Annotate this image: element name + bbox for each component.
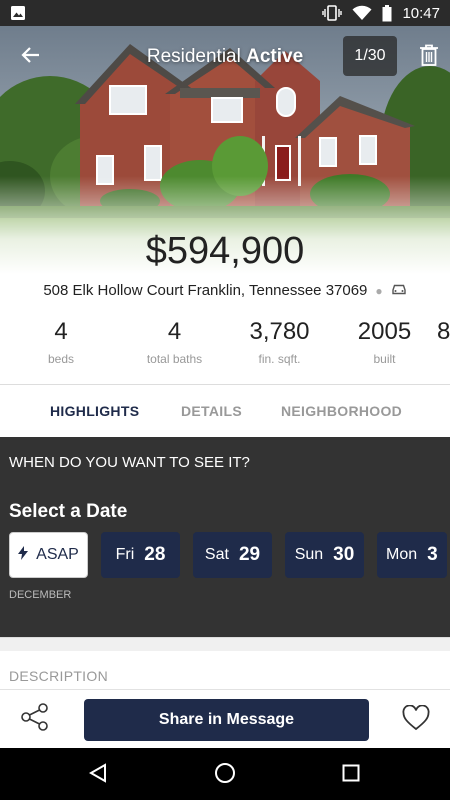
description-heading: DESCRIPTION bbox=[9, 668, 108, 684]
listing-address[interactable]: 508 Elk Hollow Court Franklin, Tennessee… bbox=[43, 282, 367, 299]
car-icon[interactable] bbox=[391, 282, 407, 299]
listing-price: $594,900 bbox=[145, 230, 305, 272]
listing-type: Residential bbox=[146, 46, 241, 67]
date-chip-mon[interactable]: Mon 3 bbox=[377, 532, 447, 578]
listing-status: Active bbox=[246, 46, 304, 67]
battery-icon bbox=[382, 4, 392, 22]
stat-sqft: 3,780 fin. sqft. bbox=[249, 318, 310, 366]
status-time: 10:47 bbox=[402, 4, 440, 22]
favorite-button[interactable] bbox=[400, 704, 432, 736]
stat-baths: 4 total baths bbox=[146, 318, 203, 366]
date-chip-sun[interactable]: Sun 30 bbox=[285, 532, 364, 578]
wifi-icon bbox=[352, 5, 372, 21]
listing-photo[interactable]: Residential Active 1/30 $594,900 508 Elk… bbox=[0, 26, 450, 316]
property-stats[interactable]: 4 beds 4 total baths 3,780 fin. sqft. 20… bbox=[0, 318, 450, 384]
status-bar: 10:47 bbox=[0, 0, 450, 26]
bottom-action-bar: Share in Message bbox=[0, 689, 450, 748]
select-date-heading: Select a Date bbox=[9, 501, 128, 522]
nav-home-button[interactable] bbox=[210, 760, 240, 790]
date-chip-sat[interactable]: Sat 29 bbox=[193, 532, 272, 578]
flash-icon bbox=[18, 545, 36, 565]
nav-recents-button[interactable] bbox=[336, 760, 366, 790]
asap-button[interactable]: ASAP bbox=[9, 532, 88, 578]
tab-bar: HIGHLIGHTS DETAILS NEIGHBORHOOD bbox=[0, 385, 450, 437]
stat-partial: 8 bbox=[437, 318, 450, 345]
nav-back-button[interactable] bbox=[83, 760, 113, 790]
image-icon bbox=[10, 5, 26, 21]
trash-button[interactable] bbox=[414, 42, 444, 72]
nav-home-icon bbox=[214, 762, 236, 789]
nav-back-icon bbox=[88, 762, 108, 788]
tab-highlights[interactable]: HIGHLIGHTS bbox=[50, 403, 139, 419]
stat-year-built: 2005 built bbox=[357, 318, 412, 366]
nav-recents-icon bbox=[342, 764, 360, 787]
date-chip-fri[interactable]: Fri 28 bbox=[101, 532, 180, 578]
address-row: 508 Elk Hollow Court Franklin, Tennessee… bbox=[0, 282, 450, 299]
share-in-message-button[interactable]: Share in Message bbox=[84, 699, 369, 741]
schedule-showing-panel: WHEN DO YOU WANT TO SEE IT? Select a Dat… bbox=[0, 437, 450, 637]
schedule-question: WHEN DO YOU WANT TO SEE IT? bbox=[9, 454, 250, 471]
tab-details[interactable]: DETAILS bbox=[181, 403, 242, 419]
share-button[interactable] bbox=[18, 702, 52, 736]
month-label: DECEMBER bbox=[9, 589, 72, 601]
photo-counter: 1/30 bbox=[343, 36, 397, 76]
trash-icon bbox=[419, 44, 439, 71]
share-icon bbox=[20, 702, 50, 737]
tab-neighborhood[interactable]: NEIGHBORHOOD bbox=[281, 403, 402, 419]
heart-icon bbox=[402, 704, 430, 736]
system-navigation-bar bbox=[0, 748, 450, 800]
date-picker-row[interactable]: ASAP Fri 28 Sat 29 Sun 30 Mon 3 bbox=[9, 532, 447, 578]
vibrate-icon bbox=[322, 5, 343, 21]
stat-beds: 4 beds bbox=[47, 318, 75, 366]
